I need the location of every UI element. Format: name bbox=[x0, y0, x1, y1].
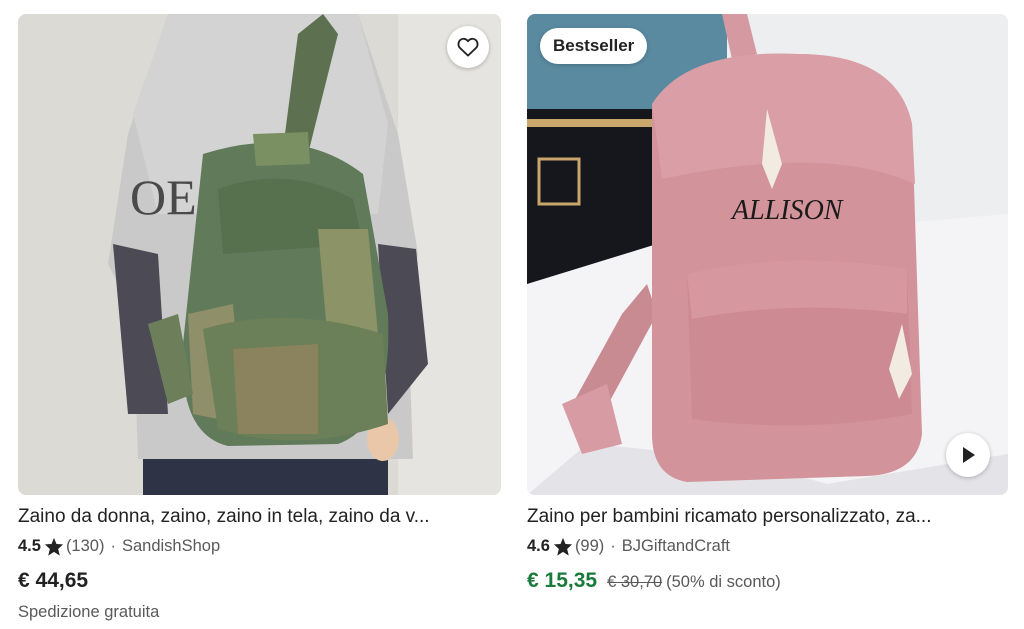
favorite-button[interactable] bbox=[447, 26, 489, 68]
pink-backpack-photo: ALLISON bbox=[527, 14, 1008, 495]
listing-card-2[interactable]: ALLISON Bestseller Zaino per bambini ric… bbox=[527, 0, 1008, 593]
price: € 44,65 bbox=[18, 569, 89, 592]
listing-image[interactable]: ALLISON Bestseller bbox=[527, 14, 1008, 495]
listing-image[interactable]: OE I bbox=[18, 14, 501, 495]
review-count: (130) bbox=[65, 537, 105, 555]
rating-score: 4.5 bbox=[18, 537, 41, 555]
price-row: € 15,35 € 30,70 (50% di sconto) bbox=[527, 569, 1008, 593]
shop-name[interactable]: SandishShop bbox=[122, 535, 220, 557]
listing-grid: OE I Zaino da donna, zaino, zaino in tel… bbox=[0, 0, 1024, 629]
svg-text:ALLISON: ALLISON bbox=[730, 195, 844, 226]
shop-name[interactable]: BJGiftandCraft bbox=[622, 535, 730, 557]
green-backpack-photo: OE I bbox=[18, 14, 501, 495]
heart-outline-icon bbox=[457, 37, 479, 57]
review-count: (99) bbox=[574, 537, 605, 555]
original-price: € 30,70 bbox=[607, 573, 663, 591]
separator: · bbox=[110, 537, 116, 555]
sale-price: € 15,35 bbox=[527, 569, 598, 592]
play-video-button[interactable] bbox=[946, 433, 990, 477]
star-icon bbox=[44, 537, 64, 556]
play-icon bbox=[960, 446, 976, 464]
star-icon bbox=[553, 537, 573, 556]
discount-label: (50% di sconto) bbox=[666, 573, 781, 591]
price-row: € 44,65 bbox=[18, 569, 501, 593]
rating-score: 4.6 bbox=[527, 537, 550, 555]
listing-title[interactable]: Zaino da donna, zaino, zaino in tela, za… bbox=[18, 505, 501, 529]
bestseller-badge: Bestseller bbox=[540, 28, 648, 64]
separator: · bbox=[610, 537, 616, 555]
rating-row: 4.6 (99) · BJGiftandCraft bbox=[527, 535, 1008, 557]
shipping-label: Spedizione gratuita bbox=[18, 603, 160, 621]
rating-row: 4.5 (130) · SandishShop bbox=[18, 535, 501, 557]
listing-title[interactable]: Zaino per bambini ricamato personalizzat… bbox=[527, 505, 1008, 529]
listing-card-1[interactable]: OE I Zaino da donna, zaino, zaino in tel… bbox=[18, 0, 501, 622]
